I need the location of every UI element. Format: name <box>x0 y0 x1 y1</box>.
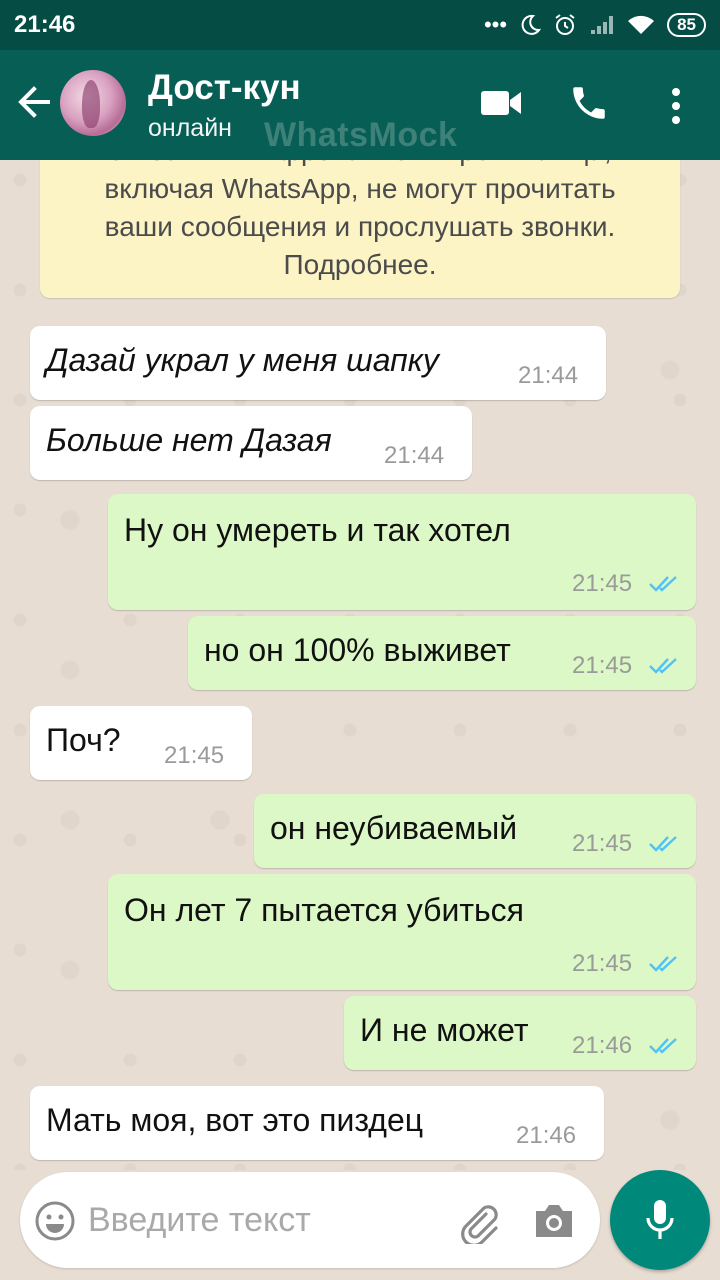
message-text: Поч? <box>46 722 121 758</box>
message-bubble-outgoing[interactable]: он неубиваемый 21:45 <box>254 794 696 868</box>
message-bubble-outgoing[interactable]: Он лет 7 пытается убиться 21:45 <box>108 874 696 990</box>
message-bubble-incoming[interactable]: Мать моя, вот это пиздец 21:46 <box>30 1086 604 1160</box>
message-text: он неубиваемый <box>270 810 518 846</box>
message-text: Он лет 7 пытается убиться <box>124 892 524 928</box>
message-text: но он 100% выживет <box>204 632 511 668</box>
wifi-icon <box>628 15 655 34</box>
message-composer <box>20 1172 600 1268</box>
message-time: 21:46 <box>572 1032 633 1059</box>
chat-area[interactable]: сквозным шифрованием. Третьи лица, включ… <box>0 160 720 1170</box>
message-text: И не может <box>360 1012 529 1048</box>
back-arrow-icon[interactable] <box>14 80 54 124</box>
message-time: 21:45 <box>164 742 225 769</box>
read-ticks-icon <box>649 1038 677 1054</box>
status-icons: ••• 85 <box>484 12 706 38</box>
message-input[interactable] <box>88 1194 388 1246</box>
message-text: Мать моя, вот это пиздец <box>46 1102 424 1138</box>
camera-icon[interactable] <box>532 1202 576 1240</box>
message-bubble-incoming[interactable]: Дазай украл у меня шапку 21:44 <box>30 326 606 400</box>
message-time: 21:44 <box>518 362 579 389</box>
contact-name[interactable]: Дост-кун <box>148 68 301 108</box>
more-vert-icon[interactable] <box>666 86 686 126</box>
alarm-icon <box>555 14 575 35</box>
notice-line: ваши сообщения и прослушать звонки. <box>104 211 616 242</box>
read-ticks-icon <box>649 956 677 972</box>
avatar[interactable] <box>60 70 126 136</box>
message-text: Дазай украл у меня шапку <box>46 342 439 378</box>
watermark: WhatsMock <box>264 116 458 154</box>
message-time: 21:45 <box>572 830 633 857</box>
message-bubble-outgoing[interactable]: И не может 21:46 <box>344 996 696 1070</box>
contact-status: онлайн <box>148 114 232 142</box>
emoji-icon[interactable] <box>34 1200 76 1242</box>
message-time: 21:45 <box>572 652 633 679</box>
message-bubble-incoming[interactable]: Поч? 21:45 <box>30 706 252 780</box>
message-bubble-outgoing[interactable]: но он 100% выживет 21:45 <box>188 616 696 690</box>
status-bar: 21:46 ••• 85 <box>0 0 720 50</box>
message-time: 21:46 <box>516 1122 577 1149</box>
signal-icon <box>591 16 614 34</box>
notice-line: включая WhatsApp, не могут прочитать <box>104 173 616 204</box>
notice-line: сквозным шифрованием. Третьи лица, <box>40 160 680 170</box>
moon-icon <box>521 14 542 35</box>
notice-learn-more-link[interactable]: Подробнее. <box>40 246 680 284</box>
mic-icon <box>646 1200 674 1239</box>
battery-icon: 85 <box>667 13 706 37</box>
encryption-notice[interactable]: сквозным шифрованием. Третьи лица, включ… <box>40 160 680 298</box>
message-text: Ну он умереть и так хотел <box>124 512 511 548</box>
read-ticks-icon <box>649 836 677 852</box>
chat-header: Дост-кун онлайн WhatsMock <box>0 50 720 160</box>
mic-button[interactable] <box>610 1170 710 1270</box>
attach-icon[interactable] <box>456 1200 500 1244</box>
message-time: 21:45 <box>572 570 633 597</box>
video-call-icon[interactable] <box>480 88 522 118</box>
message-bubble-incoming[interactable]: Больше нет Дазая 21:44 <box>30 406 472 480</box>
message-text: Больше нет Дазая <box>46 422 332 458</box>
read-ticks-icon <box>649 658 677 674</box>
more-dots-icon: ••• <box>483 12 508 37</box>
read-ticks-icon <box>649 576 677 592</box>
phone-call-icon[interactable] <box>568 82 610 124</box>
message-bubble-outgoing[interactable]: Ну он умереть и так хотел 21:45 <box>108 494 696 610</box>
message-time: 21:44 <box>384 442 445 469</box>
message-time: 21:45 <box>572 950 633 977</box>
status-time: 21:46 <box>14 11 76 38</box>
